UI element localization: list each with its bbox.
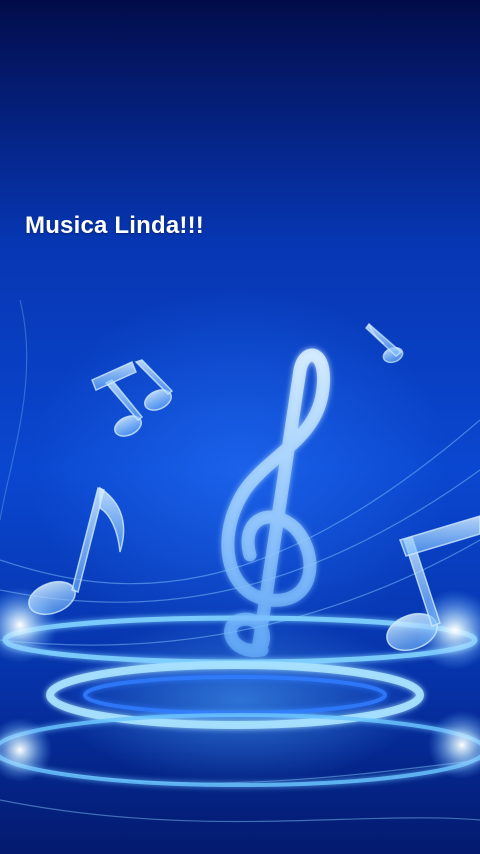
treble-clef-icon bbox=[221, 348, 330, 657]
caption-text: Musica Linda!!! bbox=[25, 212, 205, 239]
light-streaks bbox=[0, 299, 480, 823]
music-artwork bbox=[0, 299, 480, 823]
eighth-note-icon-small bbox=[364, 322, 404, 364]
wallpaper-screen: Musica Linda!!! bbox=[0, 0, 480, 854]
flare-lower-right bbox=[428, 711, 480, 779]
beamed-notes-icon bbox=[91, 359, 174, 437]
